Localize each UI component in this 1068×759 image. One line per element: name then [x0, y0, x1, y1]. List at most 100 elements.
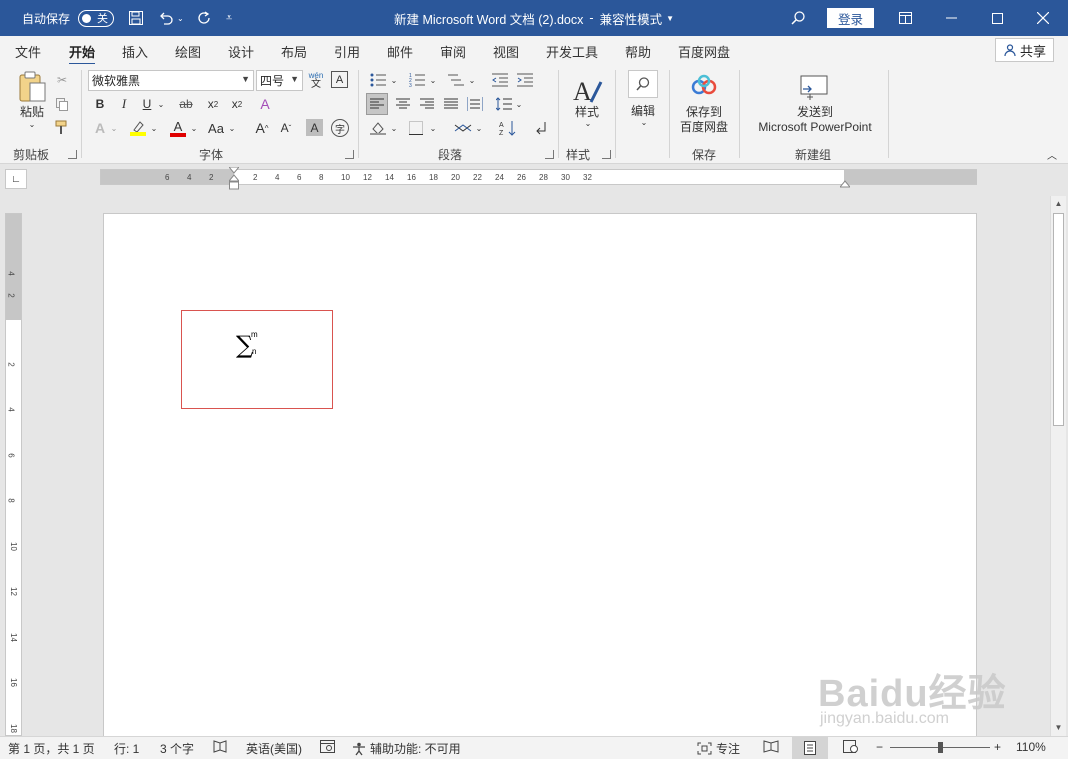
- align-left-icon[interactable]: [366, 93, 388, 115]
- focus-mode[interactable]: 专注: [697, 740, 740, 757]
- numbering-dropdown-icon[interactable]: ⌄: [428, 70, 438, 90]
- tab-view[interactable]: 视图: [493, 42, 519, 61]
- macro-icon[interactable]: [320, 740, 335, 753]
- styles-dropdown-icon[interactable]: ⌄: [580, 119, 596, 128]
- underline-dropdown-icon[interactable]: ⌄: [156, 95, 166, 113]
- scroll-down-icon[interactable]: ▼: [1051, 720, 1066, 735]
- paste-label[interactable]: 粘贴: [14, 105, 50, 120]
- zoom-slider-thumb[interactable]: [938, 742, 943, 753]
- bullets-icon[interactable]: [368, 70, 388, 90]
- vertical-ruler[interactable]: 4 2 2 4 6 8 10 12 14 16 18: [5, 213, 22, 736]
- shading-dropdown-icon[interactable]: ⌄: [389, 118, 399, 138]
- format-painter-icon[interactable]: [54, 119, 70, 135]
- grow-font-icon[interactable]: A ^: [252, 119, 272, 137]
- line-spacing-icon[interactable]: [494, 93, 514, 115]
- tab-design[interactable]: 设计: [228, 42, 254, 61]
- text-effects-dropdown-icon[interactable]: ⌄: [109, 119, 119, 137]
- tab-file[interactable]: 文件: [15, 42, 41, 61]
- login-button[interactable]: 登录: [827, 8, 874, 28]
- character-border-icon[interactable]: A: [331, 71, 348, 88]
- tab-home[interactable]: 开始: [69, 42, 96, 66]
- font-size-combo[interactable]: 四号 ▼: [256, 70, 303, 91]
- send-to-powerpoint-label[interactable]: 发送到 Microsoft PowerPoint: [748, 105, 882, 135]
- accessibility-status[interactable]: 辅助功能: 不可用: [352, 740, 461, 757]
- indent-markers-icon[interactable]: [227, 166, 241, 191]
- align-center-icon[interactable]: [392, 93, 414, 115]
- undo-icon[interactable]: ⌄: [156, 0, 184, 36]
- zoom-in-icon[interactable]: +: [994, 740, 1001, 754]
- ribbon-display-icon[interactable]: [882, 0, 928, 36]
- font-name-dropdown-icon[interactable]: ▼: [241, 74, 250, 84]
- paragraph-launcher-icon[interactable]: [545, 150, 554, 159]
- distributed-icon[interactable]: [464, 93, 486, 115]
- tab-layout[interactable]: 布局: [281, 42, 307, 61]
- horizontal-ruler[interactable]: 6 4 2 2 4 6 8 10 12 14 16 18 20 22 24 26 28 30 32: [100, 166, 977, 190]
- clear-formatting-icon[interactable]: A: [255, 95, 275, 113]
- zoom-out-icon[interactable]: −: [876, 740, 883, 754]
- web-layout-icon[interactable]: [843, 740, 858, 753]
- bold-icon[interactable]: B: [92, 95, 108, 113]
- sort-icon[interactable]: AZ: [497, 118, 519, 138]
- borders-icon[interactable]: [406, 118, 426, 138]
- subscript-icon[interactable]: x2: [203, 95, 223, 113]
- zoom-level[interactable]: 110%: [1016, 740, 1046, 754]
- font-color-icon[interactable]: A: [168, 118, 188, 138]
- send-to-powerpoint-icon[interactable]: [798, 74, 830, 102]
- shrink-font-icon[interactable]: Aˇ: [276, 119, 296, 137]
- save-to-baidu-label[interactable]: 保存到 百度网盘: [672, 105, 736, 135]
- language[interactable]: 英语(美国): [246, 740, 302, 757]
- vertical-scrollbar[interactable]: ▲ ▼: [1050, 196, 1066, 736]
- justify-icon[interactable]: [440, 93, 462, 115]
- align-right-icon[interactable]: [416, 93, 438, 115]
- right-indent-icon[interactable]: [838, 177, 852, 188]
- find-icon[interactable]: [628, 70, 658, 98]
- paste-dropdown-icon[interactable]: ⌄: [24, 120, 40, 129]
- copy-icon[interactable]: [54, 96, 70, 112]
- undo-dropdown-icon[interactable]: ⌄: [177, 14, 184, 23]
- editing-label[interactable]: 编辑: [624, 104, 662, 119]
- styles-launcher-icon[interactable]: [602, 150, 611, 159]
- summation-equation[interactable]: ∑ m n: [236, 330, 258, 359]
- text-effects-icon[interactable]: A: [92, 119, 108, 137]
- scroll-up-icon[interactable]: ▲: [1051, 196, 1066, 211]
- styles-icon[interactable]: A: [569, 72, 605, 108]
- borders-dropdown-icon[interactable]: ⌄: [428, 118, 438, 138]
- highlight-dropdown-icon[interactable]: ⌄: [149, 119, 159, 137]
- line-number[interactable]: 行: 1: [114, 740, 139, 757]
- maximize-icon[interactable]: [974, 0, 1020, 36]
- font-size-dropdown-icon[interactable]: ▼: [290, 74, 299, 84]
- scroll-thumb[interactable]: [1053, 213, 1064, 426]
- tab-baidu-netdisk[interactable]: 百度网盘: [678, 42, 730, 61]
- chinese-layout-dropdown-icon[interactable]: ⌄: [474, 118, 484, 138]
- equation-box[interactable]: ∑ m n: [181, 310, 333, 409]
- editing-dropdown-icon[interactable]: ⌄: [636, 118, 652, 127]
- print-layout-icon[interactable]: [792, 737, 828, 759]
- word-count[interactable]: 3 个字: [160, 740, 194, 757]
- share-button[interactable]: 共享: [995, 38, 1054, 62]
- save-icon[interactable]: [126, 0, 146, 36]
- multilevel-dropdown-icon[interactable]: ⌄: [467, 70, 477, 90]
- font-name-combo[interactable]: 微软雅黑 ▼: [88, 70, 254, 91]
- strikethrough-icon[interactable]: ab: [176, 95, 196, 113]
- title-chevron-icon[interactable]: ▼: [666, 14, 674, 23]
- shading-icon[interactable]: [368, 118, 388, 138]
- close-icon[interactable]: [1020, 0, 1066, 36]
- tab-insert[interactable]: 插入: [122, 42, 148, 61]
- redo-icon[interactable]: [194, 0, 214, 36]
- underline-icon[interactable]: U: [139, 95, 155, 113]
- tab-mailings[interactable]: 邮件: [387, 42, 413, 61]
- tab-selector-icon[interactable]: ∟: [5, 169, 27, 189]
- italic-icon[interactable]: I: [116, 95, 132, 113]
- tab-draw[interactable]: 绘图: [175, 42, 201, 61]
- tab-developer[interactable]: 开发工具: [546, 42, 598, 61]
- customize-qat-icon[interactable]: ⩡: [226, 0, 232, 36]
- paste-icon[interactable]: [15, 70, 49, 104]
- tab-references[interactable]: 引用: [334, 42, 360, 61]
- search-icon[interactable]: [790, 0, 806, 36]
- enclose-characters-icon[interactable]: 字: [331, 119, 349, 137]
- highlight-icon[interactable]: [128, 118, 148, 138]
- bullets-dropdown-icon[interactable]: ⌄: [389, 70, 399, 90]
- baidu-netdisk-icon[interactable]: [690, 72, 718, 100]
- phonetic-guide-icon[interactable]: wén 文: [306, 69, 326, 91]
- autosave-toggle[interactable]: 关: [78, 0, 114, 36]
